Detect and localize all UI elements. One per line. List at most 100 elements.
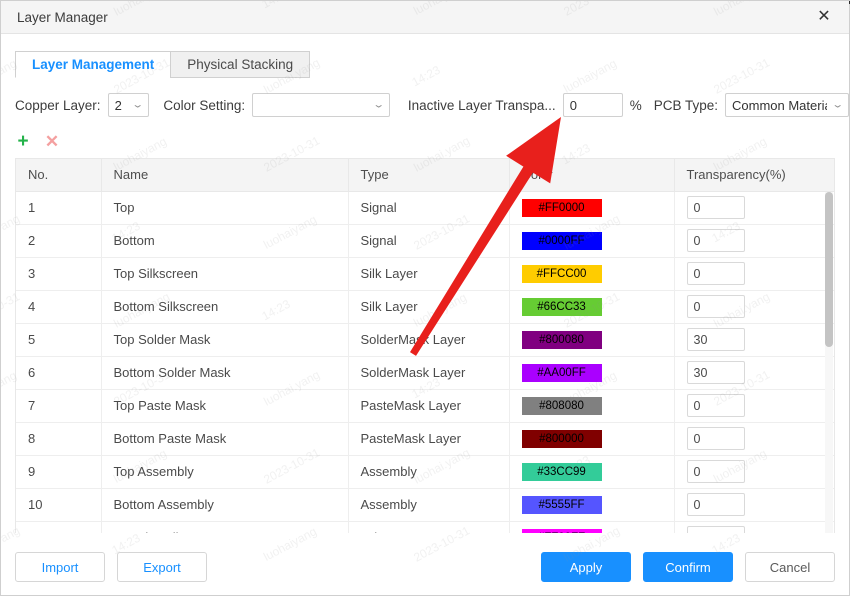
cell-name[interactable]: Top Paste Mask <box>101 389 349 423</box>
cell-transparency <box>674 191 834 225</box>
cell-color: #66CC33 <box>509 290 675 324</box>
cell-type: Signal <box>348 191 510 225</box>
import-button[interactable]: Import <box>15 552 105 582</box>
table-scrollbar[interactable] <box>825 192 833 533</box>
column-header-name[interactable]: Name <box>101 159 349 192</box>
cell-name[interactable]: Bottom Assembly <box>101 488 349 522</box>
color-swatch[interactable]: #66CC33 <box>521 297 602 316</box>
close-icon[interactable]: ✕ <box>807 2 841 32</box>
table-scrollbar-thumb[interactable] <box>825 192 833 347</box>
color-swatch[interactable]: #FF00FF <box>521 528 602 533</box>
cell-type: SolderMask Layer <box>348 323 510 357</box>
table-row[interactable]: 4 Bottom Silkscreen Silk Layer #66CC33 <box>16 290 834 324</box>
transparency-input[interactable] <box>686 295 745 318</box>
cell-no: 8 <box>16 422 102 456</box>
table-row[interactable]: 5 Top Solder Mask SolderMask Layer #800080 <box>16 323 834 357</box>
cell-type: Other <box>348 521 510 533</box>
cell-transparency <box>674 488 834 522</box>
pcb-type-value: Common Material <box>732 97 827 113</box>
cell-color: #800080 <box>509 323 675 357</box>
layer-manager-dialog: Layer Manager ✕ Layer Management Physica… <box>0 0 850 596</box>
percent-label: % <box>629 97 642 113</box>
cell-no: 9 <box>16 455 102 489</box>
apply-button[interactable]: Apply <box>541 552 631 582</box>
color-swatch[interactable]: #800080 <box>521 330 602 349</box>
cell-no: 3 <box>16 257 102 291</box>
cell-type: PasteMask Layer <box>348 422 510 456</box>
transparency-input[interactable] <box>686 262 745 285</box>
cell-type: Silk Layer <box>348 290 510 324</box>
cell-transparency <box>674 455 834 489</box>
table-row[interactable]: 9 Top Assembly Assembly #33CC99 <box>16 455 834 489</box>
cell-name[interactable]: Top Silkscreen <box>101 257 349 291</box>
cell-color: #AA00FF <box>509 356 675 390</box>
cell-name[interactable]: Bottom Solder Mask <box>101 356 349 390</box>
cell-no: 11 <box>16 521 102 533</box>
transparency-input[interactable] <box>686 394 745 417</box>
column-header-type[interactable]: Type <box>348 159 510 192</box>
cell-color: #33CC99 <box>509 455 675 489</box>
cell-type: Assembly <box>348 455 510 489</box>
color-swatch[interactable]: #FF0000 <box>521 198 602 217</box>
transparency-input[interactable] <box>686 493 745 516</box>
pcb-type-select[interactable]: Common Material ⌄ <box>725 93 849 117</box>
add-layer-icon[interactable]: + <box>15 132 31 151</box>
pcb-type-label: PCB Type: <box>653 97 718 113</box>
column-header-color[interactable]: Color <box>509 159 675 192</box>
transparency-input[interactable] <box>686 526 745 533</box>
transparency-input[interactable] <box>686 460 745 483</box>
cancel-button[interactable]: Cancel <box>745 552 835 582</box>
inactive-transparency-input[interactable] <box>562 93 623 117</box>
color-swatch[interactable]: #33CC99 <box>521 462 602 481</box>
dialog-footer: Import Export Apply Confirm Cancel <box>1 539 849 595</box>
tab-physical-stacking[interactable]: Physical Stacking <box>170 51 311 78</box>
layer-action-toolbar: + ✕ <box>15 128 849 154</box>
cell-name[interactable]: Top <box>101 191 349 225</box>
copper-layer-select[interactable]: 2 ⌄ <box>107 93 149 117</box>
cell-name[interactable]: Top Solder Mask <box>101 323 349 357</box>
confirm-button[interactable]: Confirm <box>643 552 733 582</box>
transparency-input[interactable] <box>686 196 745 219</box>
color-setting-select[interactable]: ⌄ <box>252 93 390 117</box>
table-row[interactable]: 1 Top Signal #FF0000 <box>16 191 834 225</box>
delete-layer-icon[interactable]: ✕ <box>44 133 60 150</box>
color-swatch[interactable]: #AA00FF <box>521 363 602 382</box>
column-header-transparency[interactable]: Transparency(%) <box>674 159 834 192</box>
transparency-input[interactable] <box>686 328 745 351</box>
table-row[interactable]: 10 Bottom Assembly Assembly #5555FF <box>16 488 834 522</box>
table-row[interactable]: 7 Top Paste Mask PasteMask Layer #808080 <box>16 389 834 423</box>
color-swatch[interactable]: #800000 <box>521 429 602 448</box>
cell-transparency <box>674 356 834 390</box>
inactive-transparency-label: Inactive Layer Transpa... <box>407 97 556 113</box>
layer-table-container: No. Name Type Color Transparency(%) 1 Top… <box>15 158 835 533</box>
color-setting-label: Color Setting: <box>163 97 246 113</box>
cell-name[interactable]: Bottom Silkscreen <box>101 290 349 324</box>
color-swatch[interactable]: #0000FF <box>521 231 602 250</box>
cell-no: 7 <box>16 389 102 423</box>
color-swatch[interactable]: #808080 <box>521 396 602 415</box>
tab-layer-management[interactable]: Layer Management <box>15 51 172 78</box>
cell-type: SolderMask Layer <box>348 356 510 390</box>
color-swatch[interactable]: #5555FF <box>521 495 602 514</box>
transparency-input[interactable] <box>686 361 745 384</box>
table-row[interactable]: 3 Top Silkscreen Silk Layer #FFCC00 <box>16 257 834 291</box>
table-row[interactable]: 6 Bottom Solder Mask SolderMask Layer #AA00… <box>16 356 834 390</box>
export-button[interactable]: Export <box>117 552 207 582</box>
table-row[interactable]: 8 Bottom Paste Mask PasteMask Layer #800000 <box>16 422 834 456</box>
table-row[interactable]: 2 Bottom Signal #0000FF <box>16 224 834 258</box>
table-header: No. Name Type Color Transparency(%) <box>16 159 834 192</box>
cell-name[interactable]: Top Assembly <box>101 455 349 489</box>
table-row[interactable]: 11Board OutlineOther #FF00FF <box>16 521 834 533</box>
transparency-input[interactable] <box>686 427 745 450</box>
color-swatch[interactable]: #FFCC00 <box>521 264 602 283</box>
cell-transparency <box>674 323 834 357</box>
transparency-input[interactable] <box>686 229 745 252</box>
options-row: Copper Layer: 2 ⌄ Color Setting: ⌄ Inact… <box>15 92 849 118</box>
page-title: Layer Manager <box>17 9 108 25</box>
cell-name[interactable]: Board Outline <box>101 521 349 533</box>
chevron-down-icon: ⌄ <box>831 99 844 110</box>
cell-name[interactable]: Bottom <box>101 224 349 258</box>
column-header-no[interactable]: No. <box>16 159 102 192</box>
cell-name[interactable]: Bottom Paste Mask <box>101 422 349 456</box>
layer-table: No. Name Type Color Transparency(%) 1 Top… <box>16 159 834 533</box>
